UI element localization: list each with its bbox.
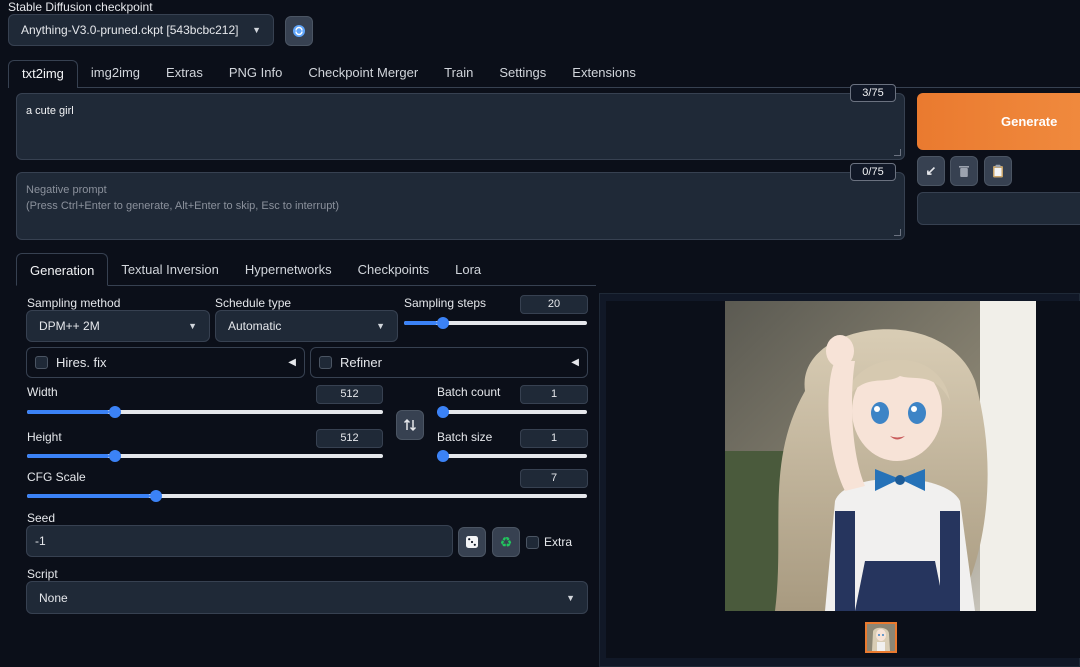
slider-thumb[interactable] [437,406,449,418]
refiner-label: Refiner [340,355,382,370]
prompt-textarea[interactable]: a cute girl [16,93,905,160]
sampling-steps-slider[interactable] [404,317,587,329]
trash-icon [959,166,969,177]
width-label: Width [27,385,58,399]
seed-input[interactable]: -1 [26,525,453,557]
swap-icon [403,418,417,432]
slider-fill [27,494,151,498]
hires-fix-checkbox[interactable] [35,356,48,369]
resize-handle[interactable] [894,229,901,236]
sampling-method-value: DPM++ 2M [39,319,100,333]
generate-button[interactable]: Generate [917,93,1080,150]
chevron-down-icon: ▼ [252,25,261,35]
prompt-token-counter: 3/75 [850,84,896,102]
batch-count-slider[interactable] [437,406,587,418]
batch-size-label: Batch size [437,430,493,444]
script-label: Script [27,567,58,581]
tab-generation[interactable]: Generation [16,253,109,286]
slider-thumb[interactable] [150,490,163,502]
tab-extras[interactable]: Extras [153,60,216,88]
tab-checkpoints[interactable]: Checkpoints [345,253,443,286]
main-tabs: txt2img img2img Extras PNG Info Checkpoi… [8,60,649,88]
negative-prompt-textarea[interactable]: Negative prompt (Press Ctrl+Enter to gen… [16,172,905,240]
slider-thumb[interactable] [108,406,121,418]
height-slider[interactable] [27,450,383,462]
checkpoint-dropdown[interactable]: Anything-V3.0-pruned.ckpt [543bcbc212] ▼ [8,14,274,46]
dice-icon [466,536,478,548]
cfg-scale-input[interactable]: 7 [520,469,588,488]
script-dropdown[interactable]: None ▼ [26,581,588,614]
tab-settings[interactable]: Settings [486,60,559,88]
negative-prompt-hint: (Press Ctrl+Enter to generate, Alt+Enter… [26,200,340,212]
slider-fill [27,410,109,414]
cfg-scale-label: CFG Scale [27,470,86,484]
tab-checkpoint-merger[interactable]: Checkpoint Merger [295,60,431,88]
tab-textual-inversion[interactable]: Textual Inversion [108,253,232,286]
schedule-type-label: Schedule type [215,296,292,310]
read-params-button[interactable]: ↙ [917,156,945,186]
cfg-scale-slider[interactable] [27,490,587,502]
slider-fill [27,454,109,458]
schedule-type-value: Automatic [228,319,282,333]
hires-fix-accordion[interactable]: Hires. fix ◀ [26,347,305,378]
batch-size-input[interactable]: 1 [520,429,588,448]
height-input[interactable]: 512 [316,429,383,448]
negative-prompt-placeholder: Negative prompt [26,184,107,196]
seed-label: Seed [27,511,56,525]
tab-png-info[interactable]: PNG Info [216,60,295,88]
chevron-down-icon: ▼ [566,592,575,603]
checkpoint-label: Stable Diffusion checkpoint [8,0,153,14]
slider-fill [404,321,437,325]
sampling-steps-label: Sampling steps [404,296,487,310]
generated-image[interactable] [725,301,1036,611]
extra-seed-checkbox[interactable] [526,536,539,549]
tab-hypernetworks[interactable]: Hypernetworks [232,253,345,286]
slider-thumb[interactable] [108,450,121,462]
reuse-seed-button[interactable]: ♻ [492,527,520,557]
tab-txt2img[interactable]: txt2img [8,60,78,88]
clear-prompt-button[interactable] [950,156,978,186]
tab-extensions[interactable]: Extensions [559,60,649,88]
tab-train[interactable]: Train [431,60,486,88]
checkpoint-value: Anything-V3.0-pruned.ckpt [543bcbc212] [21,23,239,37]
schedule-type-dropdown[interactable]: Automatic ▼ [215,310,398,342]
triangle-left-icon: ◀ [571,357,579,368]
chevron-down-icon: ▼ [188,321,197,331]
styles-dropdown[interactable] [917,192,1080,225]
slider-thumb[interactable] [437,450,449,462]
batch-count-label: Batch count [437,385,501,399]
refresh-checkpoint-button[interactable] [285,16,313,46]
recycle-icon: ♻ [499,533,513,550]
slider-thumb[interactable] [436,317,449,329]
output-thumbnail[interactable] [865,622,897,653]
random-seed-button[interactable] [458,527,486,557]
resize-handle[interactable] [894,149,901,156]
chevron-down-icon: ▼ [376,321,385,331]
hires-fix-label: Hires. fix [56,355,107,370]
width-input[interactable]: 512 [316,385,383,404]
height-label: Height [27,430,62,444]
paste-styles-button[interactable] [984,156,1012,186]
refresh-icon [293,25,305,37]
refiner-accordion[interactable]: Refiner ◀ [310,347,588,378]
triangle-left-icon: ◀ [288,357,296,368]
sampling-method-label: Sampling method [27,296,121,310]
clipboard-icon [993,164,1003,178]
arrow-down-left-icon: ↙ [925,163,937,178]
refiner-checkbox[interactable] [319,356,332,369]
sub-tabs: Generation Textual Inversion Hypernetwor… [16,253,494,286]
swap-dimensions-button[interactable] [396,410,424,440]
batch-size-slider[interactable] [437,450,587,462]
prompt-text: a cute girl [26,105,74,117]
tab-lora[interactable]: Lora [442,253,494,286]
extra-label: Extra [544,535,573,549]
tab-img2img[interactable]: img2img [78,60,153,88]
batch-count-input[interactable]: 1 [520,385,588,404]
negative-token-counter: 0/75 [850,163,896,181]
sampling-method-dropdown[interactable]: DPM++ 2M ▼ [26,310,210,342]
script-value: None [39,590,68,605]
sampling-steps-input[interactable]: 20 [520,295,588,314]
width-slider[interactable] [27,406,383,418]
